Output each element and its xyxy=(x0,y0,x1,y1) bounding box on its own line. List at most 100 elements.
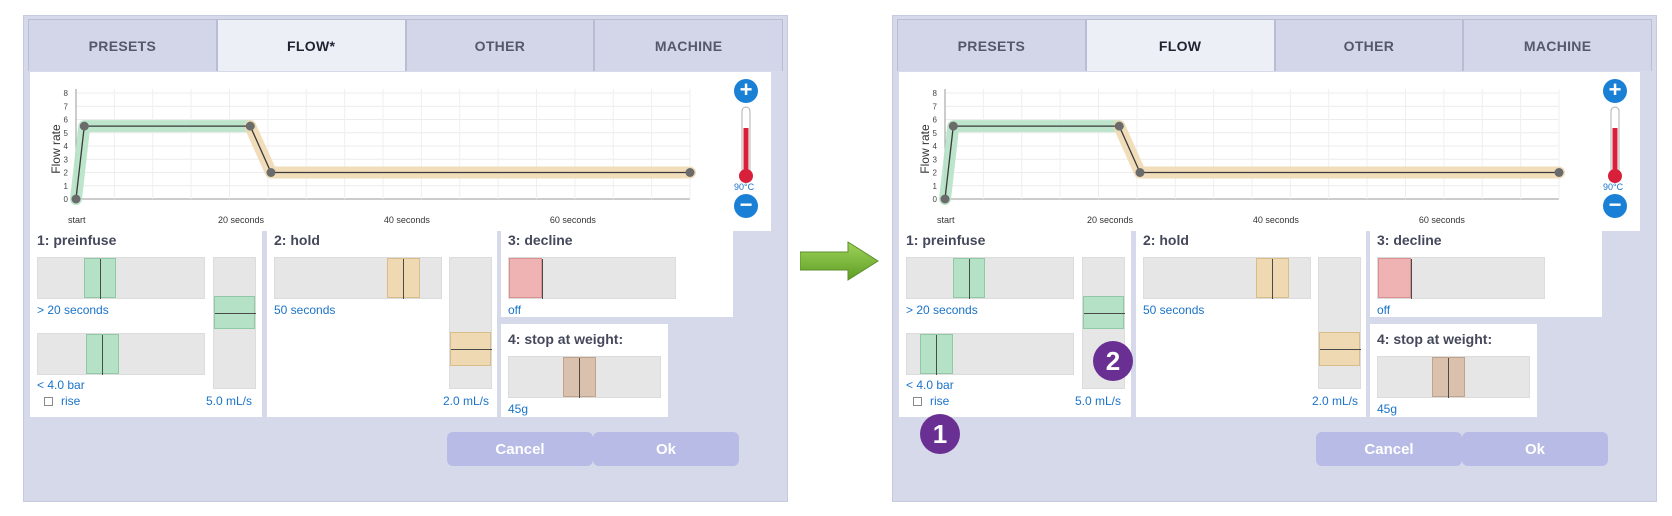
decline-handle[interactable] xyxy=(509,258,543,299)
hold-time-slider[interactable] xyxy=(274,257,442,299)
tab-presets[interactable]: PRESETS xyxy=(28,19,217,71)
rise-checkbox[interactable] xyxy=(44,397,53,406)
weight-handle[interactable] xyxy=(563,357,596,398)
y-tick-label: 5 xyxy=(64,129,69,138)
y-tick-label: 7 xyxy=(933,102,938,111)
tab-other[interactable]: OTHER xyxy=(1274,19,1464,71)
hold-time-handle[interactable] xyxy=(1256,258,1289,299)
temperature-decrease-button[interactable]: − xyxy=(1603,194,1627,218)
y-tick-label: 3 xyxy=(933,155,938,164)
flow-chart-plot: 0 1 2 3 4 5 6 7 8 start 20 seconds 40 seconds 60 se… xyxy=(64,89,696,225)
temperature-value: 90°C xyxy=(1603,182,1624,192)
y-tick-label: 6 xyxy=(64,116,69,125)
hold-title: 2: hold xyxy=(1143,232,1189,248)
tab-flow[interactable]: FLOW xyxy=(1085,19,1275,71)
x-tick-label: 20 seconds xyxy=(1087,215,1134,225)
rise-checkbox[interactable] xyxy=(913,397,922,406)
ok-button[interactable]: Ok xyxy=(1462,432,1608,466)
y-tick-label: 4 xyxy=(933,142,938,151)
cancel-button[interactable]: Cancel xyxy=(447,432,593,466)
hold-time-value: 50 seconds xyxy=(1143,303,1205,317)
tab-flow[interactable]: FLOW* xyxy=(216,19,406,71)
decline-slider[interactable] xyxy=(1377,257,1545,299)
hold-flow-handle[interactable] xyxy=(450,332,492,366)
data-point xyxy=(266,168,276,177)
decline-title: 3: decline xyxy=(1377,232,1442,248)
x-tick-label: start xyxy=(68,215,86,225)
weight-handle[interactable] xyxy=(1432,357,1465,398)
data-point xyxy=(1554,168,1564,177)
cancel-button[interactable]: Cancel xyxy=(1316,432,1462,466)
hold-flow-slider[interactable] xyxy=(449,257,492,389)
data-point xyxy=(685,168,695,177)
preinfuse-time-value: > 20 seconds xyxy=(37,303,109,317)
thermometer-icon xyxy=(1608,106,1622,183)
tab-machine[interactable]: MACHINE xyxy=(594,19,783,71)
preinfuse-time-handle[interactable] xyxy=(953,258,985,299)
tab-presets[interactable]: PRESETS xyxy=(897,19,1086,71)
preinfuse-band xyxy=(939,120,1126,205)
hold-flow-handle[interactable] xyxy=(1319,332,1361,366)
y-tick-label: 7 xyxy=(64,102,69,111)
tab-other[interactable]: OTHER xyxy=(405,19,595,71)
flow-chart-plot: 0 1 2 3 4 5 6 7 8 start 20 seconds 40 seconds 60 se… xyxy=(933,89,1565,225)
hold-flow-slider[interactable] xyxy=(1318,257,1361,389)
arrow-right-icon xyxy=(800,241,879,281)
decline-handle[interactable] xyxy=(1378,258,1412,299)
preinfuse-card: 1: preinfuse > 20 seconds < 4.0 bar rise… xyxy=(30,225,262,417)
rise-label: rise xyxy=(930,394,950,408)
data-point xyxy=(1114,121,1124,131)
flow-chart: 0 1 2 3 4 5 6 7 8 start 20 seconds 40 seconds 60 se… xyxy=(30,72,771,231)
preinfuse-flow-slider[interactable] xyxy=(213,257,256,389)
x-tick-label: 40 seconds xyxy=(1253,215,1300,225)
preinfuse-flow-handle[interactable] xyxy=(214,296,256,329)
preinfuse-pressure-handle[interactable] xyxy=(86,334,119,375)
preinfuse-title: 1: preinfuse xyxy=(37,232,117,248)
preinfuse-card: 1: preinfuse > 20 seconds < 4.0 bar rise… xyxy=(899,225,1131,417)
decline-card: 3: decline off xyxy=(501,225,733,317)
preinfuse-pressure-slider[interactable] xyxy=(906,333,1074,375)
weight-slider[interactable] xyxy=(508,356,661,398)
x-tick-label: 60 seconds xyxy=(1419,215,1466,225)
tab-machine[interactable]: MACHINE xyxy=(1463,19,1652,71)
y-tick-label: 2 xyxy=(64,169,69,178)
preinfuse-time-slider[interactable] xyxy=(906,257,1074,299)
weight-value: 45g xyxy=(1377,402,1398,416)
y-tick-label: 6 xyxy=(933,116,938,125)
data-point xyxy=(948,121,958,131)
preinfuse-title: 1: preinfuse xyxy=(906,232,986,248)
weight-card: 4: stop at weight: 45g xyxy=(1370,324,1537,417)
hold-time-handle[interactable] xyxy=(387,258,420,299)
hold-flow-value: 2.0 mL/s xyxy=(443,394,490,408)
preinfuse-time-handle[interactable] xyxy=(84,258,116,299)
hold-time-slider[interactable] xyxy=(1143,257,1311,299)
x-tick-label: 40 seconds xyxy=(384,215,431,225)
data-point xyxy=(71,194,81,204)
data-point xyxy=(245,121,255,131)
temperature-increase-button[interactable]: + xyxy=(1603,79,1627,103)
decline-value: off xyxy=(508,303,522,317)
weight-slider[interactable] xyxy=(1377,356,1530,398)
preinfuse-pressure-slider[interactable] xyxy=(37,333,205,375)
hold-time-value: 50 seconds xyxy=(274,303,336,317)
preinfuse-time-slider[interactable] xyxy=(37,257,205,299)
preinfuse-pressure-handle[interactable] xyxy=(920,334,953,375)
y-tick-label: 4 xyxy=(64,142,69,151)
preinfuse-flow-handle[interactable] xyxy=(1083,296,1125,329)
preinfuse-pressure-value: < 4.0 bar xyxy=(37,378,85,392)
hold-flow-value: 2.0 mL/s xyxy=(1312,394,1359,408)
decline-slider[interactable] xyxy=(508,257,676,299)
preinfuse-time-value: > 20 seconds xyxy=(906,303,978,317)
x-tick-label: 20 seconds xyxy=(218,215,265,225)
y-tick-label: 2 xyxy=(933,169,938,178)
hold-card: 2: hold 50 seconds 2.0 mL/s xyxy=(1136,225,1366,417)
data-point xyxy=(1135,168,1145,177)
callout-badge-1: 1 xyxy=(920,414,960,454)
y-tick-label: 3 xyxy=(64,155,69,164)
preinfuse-band xyxy=(70,120,257,205)
temperature-increase-button[interactable]: + xyxy=(734,79,758,103)
temperature-decrease-button[interactable]: − xyxy=(734,194,758,218)
y-tick-label: 0 xyxy=(64,195,69,204)
ok-button[interactable]: Ok xyxy=(593,432,739,466)
y-tick-label: 8 xyxy=(64,89,69,98)
